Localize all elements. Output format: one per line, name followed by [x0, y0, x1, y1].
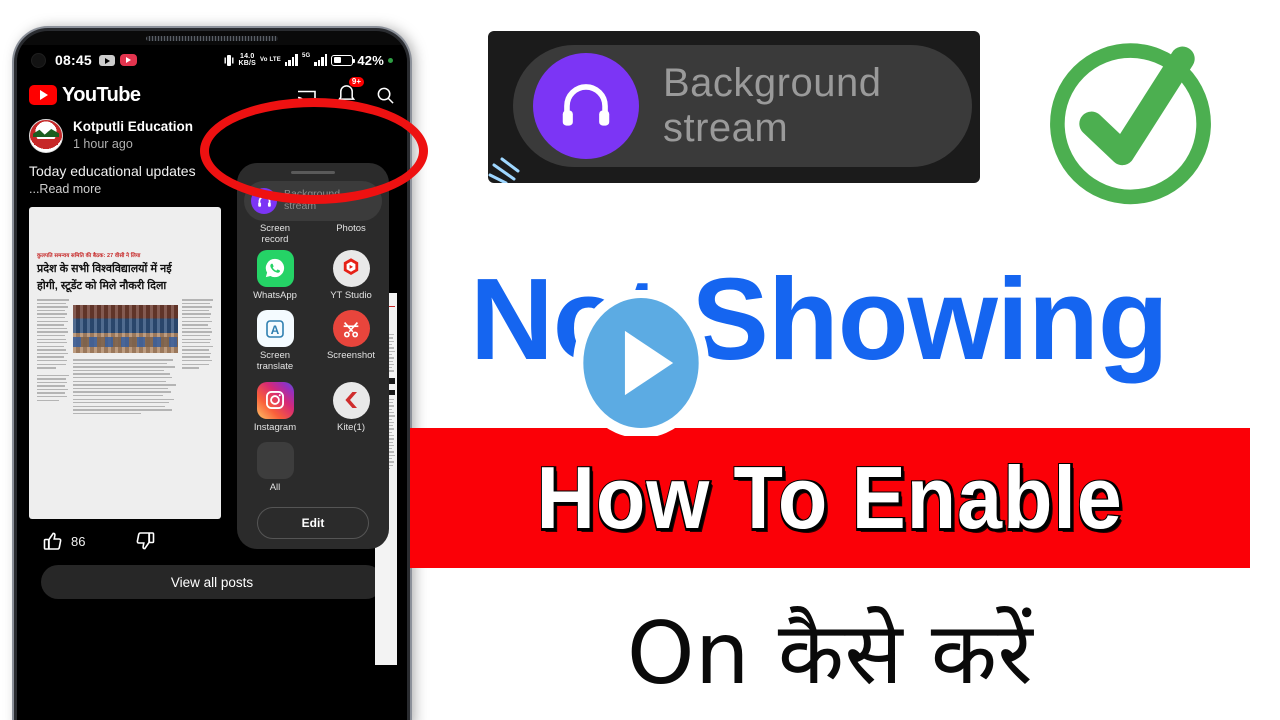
battery-percent-label: 42%	[357, 52, 384, 68]
bottom-hindi-headline: On कैसे करें	[626, 603, 1034, 704]
share-app-screen-translate[interactable]: A Screen translate	[237, 310, 313, 372]
kite-label: Kite(1)	[337, 421, 365, 433]
signal-bars-sim1-icon	[284, 54, 298, 66]
network-speed-unit: KB/S	[238, 60, 256, 67]
post-header: Kotputli Education 1 hour ago	[29, 119, 395, 153]
photos-label: Photos	[336, 223, 366, 234]
background-stream-label: Background stream	[284, 188, 341, 213]
youtube-music-notification-icon	[119, 54, 137, 66]
share-app-instagram[interactable]: Instagram	[237, 381, 313, 434]
how-to-enable-text: How To Enable	[536, 447, 1124, 548]
network-type-label: 5G	[301, 52, 311, 59]
youtube-notification-icon	[98, 54, 115, 66]
kite-icon	[332, 381, 370, 419]
like-icon[interactable]	[43, 531, 63, 551]
youtube-app-header: YouTube 9+	[17, 75, 407, 111]
notification-badge: 9+	[348, 77, 364, 87]
whatsapp-label: WhatsApp	[253, 289, 297, 301]
instagram-label: Instagram	[253, 421, 297, 433]
screen-translate-icon: A	[256, 310, 294, 348]
all-apps-folder-icon	[256, 442, 294, 480]
background-stream-callout: Background stream	[488, 31, 980, 183]
headphones-icon	[251, 188, 277, 214]
front-camera-punch-hole	[31, 52, 46, 68]
share-app-whatsapp[interactable]: WhatsApp	[237, 249, 313, 302]
channel-name[interactable]: Kotputli Education	[73, 119, 193, 136]
dislike-icon[interactable]	[135, 531, 155, 551]
phone-mockup: 08:45 14.0 KB/S Vo LTE 5G 42% YouTube 9+…	[14, 28, 410, 720]
phone-screen: 08:45 14.0 KB/S Vo LTE 5G 42% YouTube 9+…	[17, 45, 407, 720]
news-column	[37, 299, 69, 416]
battery-icon	[331, 54, 356, 66]
headphones-icon	[533, 53, 639, 159]
news-headline-line1: प्रदेश के सभी विश्वविद्यालयों में नई	[37, 263, 172, 275]
youtube-play-mark-icon	[29, 85, 57, 105]
news-headline-line2: होगी, स्टूडेंट को मिले नौकरी दिला	[37, 280, 167, 293]
screen-translate-label-line2: translate	[256, 361, 294, 373]
play-button-badge-icon[interactable]	[568, 290, 714, 436]
svg-text:A: A	[271, 323, 280, 337]
youtube-logo[interactable]: YouTube	[29, 83, 141, 107]
youtube-wordmark: YouTube	[62, 83, 141, 106]
share-app-yt-studio[interactable]: YT Studio	[313, 249, 389, 302]
background-stream-label-line1: Background	[284, 188, 341, 201]
view-all-posts-button[interactable]: View all posts	[41, 565, 383, 599]
channel-avatar[interactable]	[29, 119, 63, 153]
volte-indicator: Vo LTE	[259, 57, 281, 63]
all-apps-label: All	[269, 482, 281, 494]
background-stream-chip[interactable]: Background stream	[244, 181, 382, 221]
network-speed-indicator: 14.0 KB/S	[238, 53, 256, 67]
share-top-targets: Screen record Photos	[237, 223, 389, 246]
network-speed-value: 14.0	[240, 53, 255, 60]
screen-record-label-line1: Screen	[259, 223, 291, 234]
status-clock: 08:45	[55, 52, 92, 68]
news-column	[72, 299, 178, 416]
privacy-indicator-dot	[388, 57, 393, 63]
edit-share-targets-button[interactable]: Edit	[257, 506, 369, 539]
yt-studio-label: YT Studio	[330, 289, 372, 301]
vibrate-icon	[224, 54, 234, 66]
like-count: 86	[71, 533, 86, 549]
youtube-header-actions: 9+	[297, 77, 395, 107]
background-stream-callout-text: Background stream	[663, 61, 881, 151]
share-app-grid: WhatsApp YT Studio A Screen translate Sc…	[237, 246, 389, 494]
background-stream-callout-chip: Background stream	[513, 45, 972, 167]
search-icon[interactable]	[376, 86, 395, 105]
sparkle-icon	[488, 157, 520, 183]
post-meta: Kotputli Education 1 hour ago	[73, 119, 193, 153]
post-timestamp: 1 hour ago	[73, 137, 133, 151]
signal-bars-sim2-icon	[314, 54, 328, 66]
post-image-newspaper[interactable]: कुलपति समन्वय समिति की बैठक: 27 वीसी ने …	[29, 207, 221, 519]
news-kicker: कुलपति समन्वय समिति की बैठक: 27 वीसी ने …	[37, 253, 141, 259]
callout-title-line1: Background	[663, 61, 882, 106]
share-app-kite[interactable]: Kite(1)	[313, 381, 389, 434]
yt-studio-icon	[332, 249, 370, 287]
screenshot-icon	[332, 310, 370, 348]
instagram-icon	[256, 381, 294, 419]
share-target-screen-record[interactable]: Screen record	[237, 223, 313, 246]
cast-icon[interactable]	[297, 86, 317, 104]
news-columns	[37, 299, 213, 416]
news-photo	[72, 305, 178, 354]
notifications-bell-wrapper[interactable]: 9+	[337, 77, 364, 107]
share-target-photos[interactable]: Photos	[313, 223, 389, 246]
status-right-cluster: 14.0 KB/S Vo LTE 5G 42%	[224, 53, 393, 68]
callout-title-line2: stream	[663, 106, 789, 150]
background-stream-label-line2: stream	[284, 200, 317, 212]
panel-drag-handle[interactable]	[291, 171, 335, 174]
whatsapp-icon	[256, 249, 294, 287]
phone-earpiece-speaker	[146, 36, 278, 41]
screen-translate-label: Screen translate	[257, 351, 293, 372]
screen-translate-label-line1: Screen	[259, 350, 291, 362]
how-to-enable-banner: How To Enable	[410, 428, 1250, 568]
status-bar: 08:45 14.0 KB/S Vo LTE 5G 42%	[17, 45, 407, 75]
green-check-icon	[1050, 43, 1211, 205]
screen-record-label-line2: record	[261, 233, 289, 245]
screenshot-label: Screenshot	[326, 350, 376, 362]
share-sheet-panel: Background stream Screen record Photos W…	[237, 163, 389, 549]
news-column	[181, 299, 213, 416]
share-app-screenshot[interactable]: Screenshot	[313, 310, 389, 372]
share-app-all[interactable]: All	[237, 442, 313, 494]
